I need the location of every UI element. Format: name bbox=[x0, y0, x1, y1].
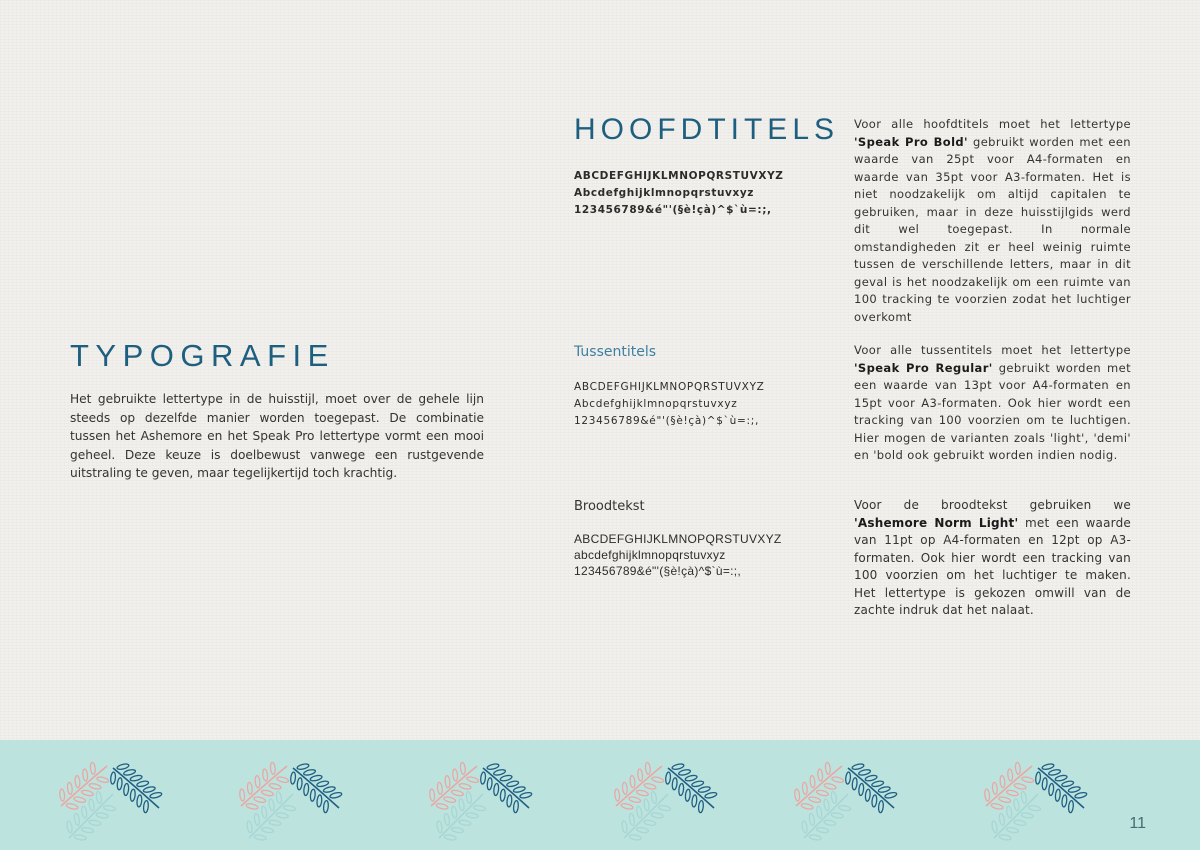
font-name: 'Speak Pro Regular' bbox=[854, 360, 993, 375]
desc-text: Voor de broodtekst gebruiken we bbox=[854, 498, 1131, 512]
sample-lowercase: Abcdefghijklmnopqrstuvxyz bbox=[574, 398, 738, 410]
sample-uppercase: ABCDEFGHIJKLMNOPQRSTUVXYZ bbox=[574, 381, 765, 393]
font-name: 'Ashemore Norm Light' bbox=[854, 515, 1019, 530]
hoofdtitels-description: Voor alle hoofdtitels moet het lettertyp… bbox=[854, 116, 1131, 326]
sample-numbers-symbols: 123456789&é"'(§è!çà)^$`ù=:;, bbox=[574, 204, 772, 216]
leaf-branch-icon bbox=[610, 754, 720, 844]
broodtekst-description: Voor de broodtekst gebruiken we 'Ashemor… bbox=[854, 497, 1131, 620]
tussentitels-heading: Tussentitels bbox=[574, 344, 657, 360]
footer-band bbox=[0, 740, 1200, 850]
intro-paragraph: Het gebruikte lettertype in de huisstijl… bbox=[70, 392, 484, 480]
desc-text: Voor alle hoofdtitels moet het lettertyp… bbox=[854, 117, 1131, 131]
desc-text: gebruikt worden met een waarde van 25pt … bbox=[854, 134, 1131, 324]
hoofdtitels-font-sample: ABCDEFGHIJKLMNOPQRSTUVXYZ Abcdefghijklmn… bbox=[574, 168, 784, 219]
page-number: 11 bbox=[1129, 815, 1146, 832]
leaf-branch-icon bbox=[55, 754, 165, 844]
broodtekst-heading: Broodtekst bbox=[574, 499, 645, 514]
desc-text: met een waarde van 11pt op A4-formaten e… bbox=[854, 515, 1131, 618]
broodtekst-font-sample: ABCDEFGHIJKLMNOPQRSTUVXYZ abcdefghijklmn… bbox=[574, 532, 782, 579]
desc-text: Voor alle tussentitels moet het letterty… bbox=[854, 343, 1131, 357]
sample-uppercase: ABCDEFGHIJKLMNOPQRSTUVXYZ bbox=[574, 532, 782, 546]
leaf-branch-icon bbox=[425, 754, 535, 844]
sample-lowercase: abcdefghijklmnopqrstuvxyz bbox=[574, 547, 726, 562]
sample-uppercase: ABCDEFGHIJKLMNOPQRSTUVXYZ bbox=[574, 170, 784, 182]
page-title: TYPOGRAFIE bbox=[70, 338, 335, 373]
font-name: 'Speak Pro Bold' bbox=[854, 134, 968, 149]
tussentitels-font-sample: ABCDEFGHIJKLMNOPQRSTUVXYZ Abcdefghijklmn… bbox=[574, 379, 765, 430]
tussentitels-description: Voor alle tussentitels moet het letterty… bbox=[854, 342, 1131, 465]
desc-text: gebruikt worden met een waarde van 13pt … bbox=[854, 360, 1131, 463]
sample-lowercase: Abcdefghijklmnopqrstuvxyz bbox=[574, 187, 755, 199]
leaf-branch-icon bbox=[980, 754, 1090, 844]
leaf-branch-icon bbox=[235, 754, 345, 844]
sample-numbers-symbols: 123456789&é"'(§è!çà)^$`ù=:;, bbox=[574, 415, 760, 427]
leaf-branch-icon bbox=[790, 754, 900, 844]
hoofdtitels-heading: HOOFDTITELS bbox=[574, 113, 840, 146]
sample-numbers-symbols: 123456789&é"'(§è!çà)^$`ù=:;, bbox=[574, 563, 742, 578]
